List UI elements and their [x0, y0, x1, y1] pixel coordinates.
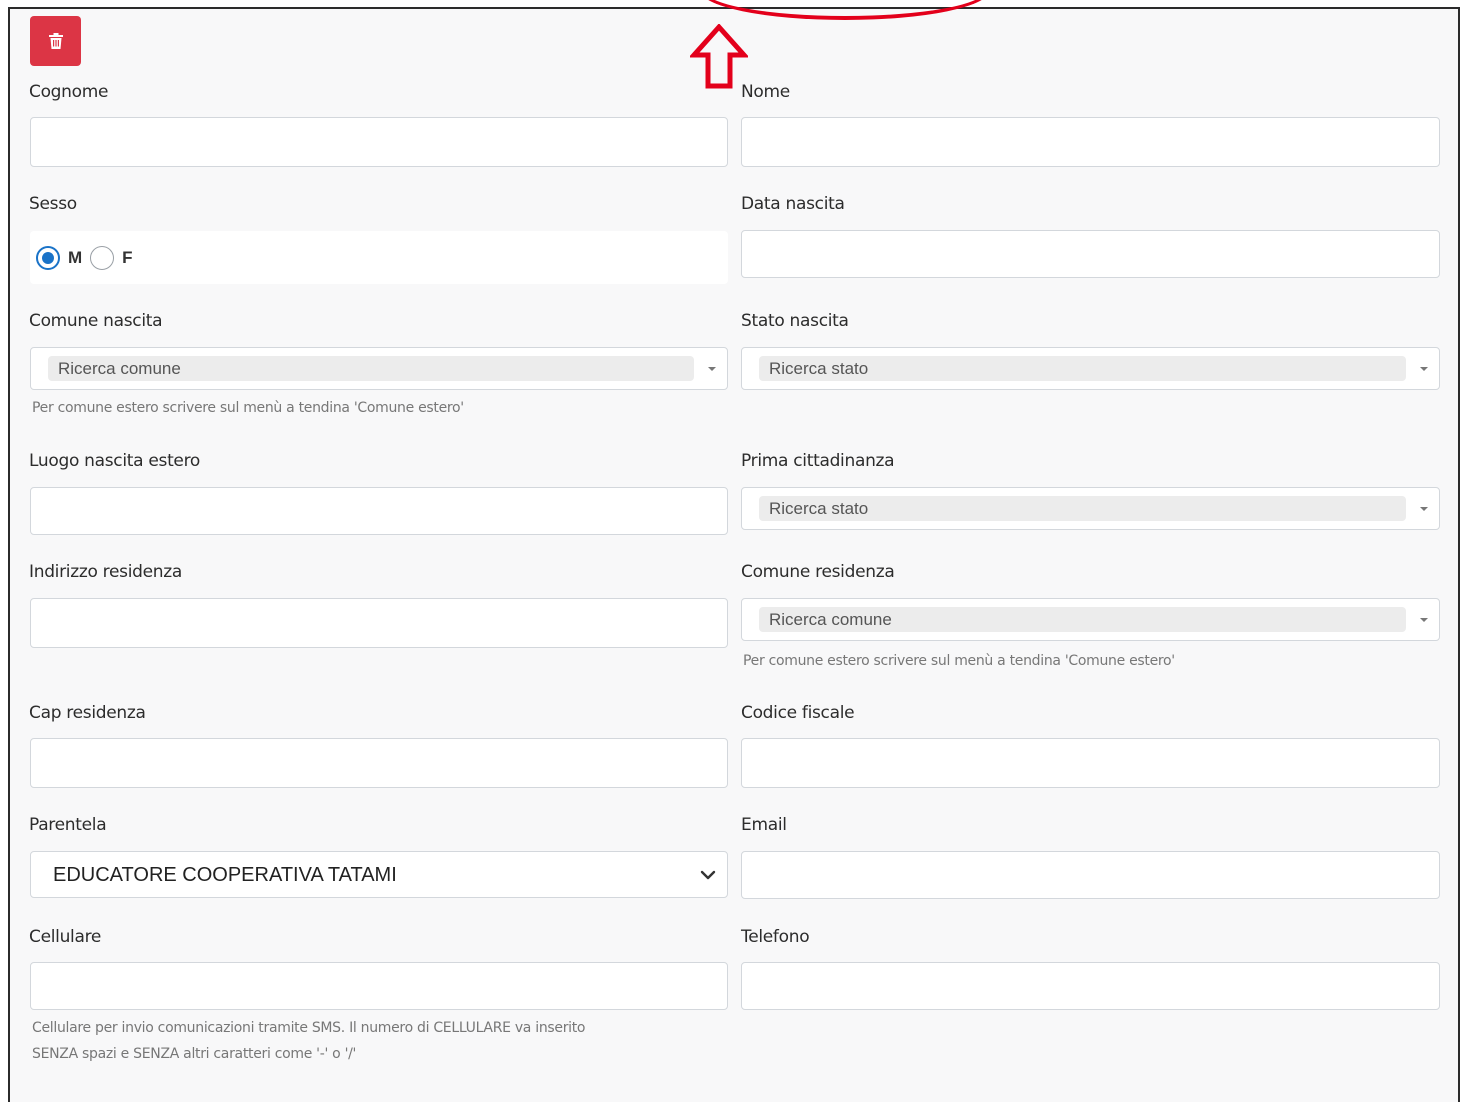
nome-input[interactable] — [741, 117, 1440, 167]
chevron-down-icon — [700, 870, 716, 880]
up-arrow-icon — [690, 24, 748, 89]
stato-nascita-placeholder: Ricerca stato — [759, 356, 1406, 381]
stato-nascita-label: Stato nascita — [741, 311, 849, 331]
email-label: Email — [741, 815, 787, 835]
data-nascita-input[interactable] — [741, 230, 1440, 278]
radio-m-label[interactable]: M — [68, 248, 82, 268]
trash-icon — [48, 33, 63, 49]
caret-down-icon — [1420, 507, 1428, 511]
radio-f[interactable] — [90, 245, 115, 270]
caret-down-icon — [1420, 618, 1428, 622]
data-nascita-label: Data nascita — [741, 194, 845, 214]
parentela-select[interactable]: EDUCATORE COOPERATIVA TATAMI — [30, 851, 728, 898]
caret-down-icon — [708, 367, 716, 371]
cognome-input[interactable] — [30, 117, 728, 167]
telefono-input[interactable] — [741, 962, 1440, 1010]
caret-down-icon — [1420, 367, 1428, 371]
comune-nascita-select[interactable]: Ricerca comune — [30, 347, 728, 390]
comune-residenza-help: Per comune estero scrivere sul menù a te… — [743, 653, 1175, 669]
cap-residenza-label: Cap residenza — [29, 703, 146, 723]
cellulare-help-line1: Cellulare per invio comunicazioni tramit… — [32, 1020, 586, 1036]
radio-f-label[interactable]: F — [122, 248, 132, 268]
cellulare-help-line2: SENZA spazi e SENZA altri caratteri come… — [32, 1046, 357, 1062]
parentela-label: Parentela — [29, 815, 107, 835]
stato-nascita-select[interactable]: Ricerca stato — [741, 347, 1440, 390]
delete-button[interactable] — [30, 16, 81, 66]
email-input[interactable] — [741, 851, 1440, 899]
prima-cittadinanza-label: Prima cittadinanza — [741, 451, 895, 471]
comune-nascita-help: Per comune estero scrivere sul menù a te… — [32, 400, 464, 416]
cognome-label: Cognome — [29, 82, 109, 102]
sesso-label: Sesso — [29, 194, 77, 214]
parentela-selected-value: EDUCATORE COOPERATIVA TATAMI — [53, 864, 397, 886]
indirizzo-residenza-label: Indirizzo residenza — [29, 562, 182, 582]
cellulare-input[interactable] — [30, 962, 728, 1010]
cellulare-label: Cellulare — [29, 927, 102, 947]
luogo-nascita-estero-label: Luogo nascita estero — [29, 451, 201, 471]
codice-fiscale-label: Codice fiscale — [741, 703, 855, 723]
comune-residenza-label: Comune residenza — [741, 562, 895, 582]
prima-cittadinanza-placeholder: Ricerca stato — [759, 496, 1406, 521]
comune-nascita-placeholder: Ricerca comune — [48, 356, 694, 381]
codice-fiscale-input[interactable] — [741, 738, 1440, 788]
radio-m[interactable] — [36, 245, 60, 270]
nome-label: Nome — [741, 82, 790, 102]
comune-nascita-label: Comune nascita — [29, 311, 163, 331]
sesso-radio-group: M F — [30, 231, 728, 284]
form-panel — [8, 7, 1460, 1102]
comune-residenza-placeholder: Ricerca comune — [759, 607, 1406, 632]
comune-residenza-select[interactable]: Ricerca comune — [741, 598, 1440, 641]
luogo-nascita-estero-input[interactable] — [30, 487, 728, 535]
cap-residenza-input[interactable] — [30, 738, 728, 788]
telefono-label: Telefono — [741, 927, 810, 947]
prima-cittadinanza-select[interactable]: Ricerca stato — [741, 487, 1440, 530]
indirizzo-residenza-input[interactable] — [30, 598, 728, 648]
